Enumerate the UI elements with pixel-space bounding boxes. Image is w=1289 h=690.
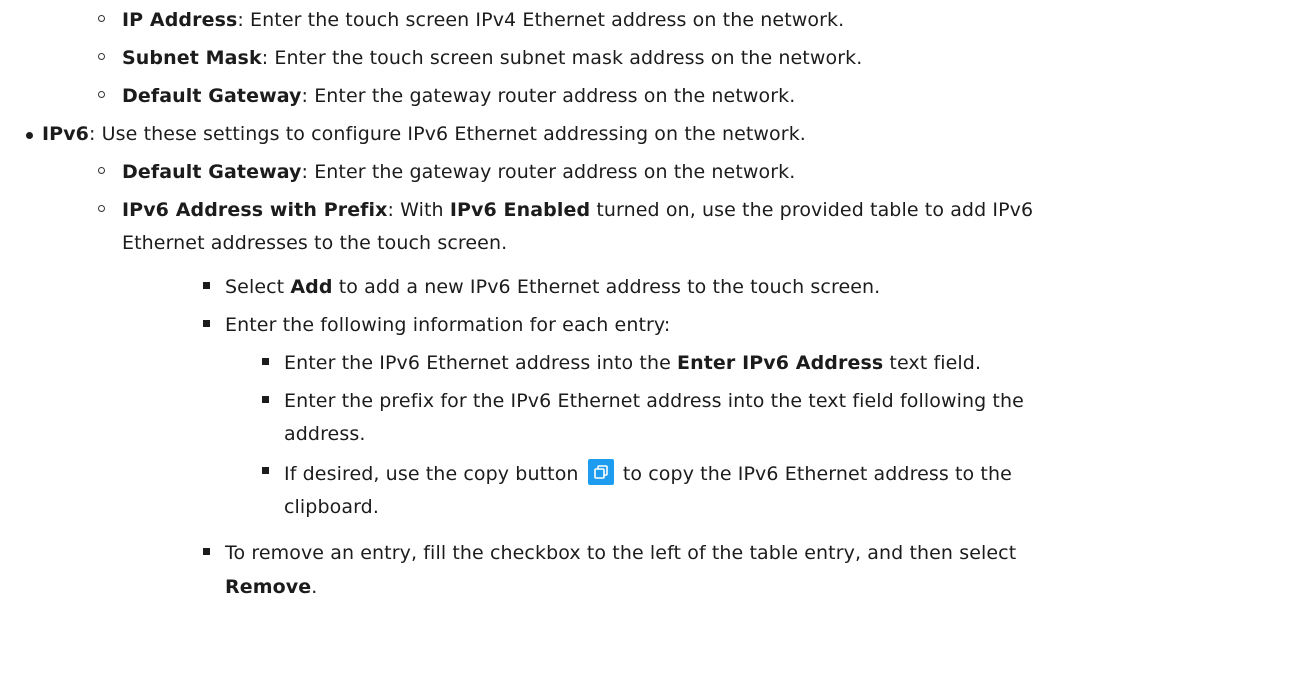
list-item-copy-line2: clipboard. [284, 496, 379, 518]
circle-bullet-icon [98, 167, 105, 174]
square-bullet-icon [203, 282, 210, 289]
term-remove: Remove [225, 576, 312, 598]
copy-icon [593, 465, 608, 479]
term-default-gateway: Default Gateway [122, 85, 302, 107]
square-bullet-icon [203, 320, 210, 327]
list-item-ip-address: IP Address: Enter the touch screen IPv4 … [122, 9, 845, 31]
term-ipv6: IPv6 [42, 123, 90, 145]
disc-bullet-icon [26, 132, 33, 139]
term-enter-ipv6-address: Enter IPv6 Address [677, 352, 884, 374]
circle-bullet-icon [98, 53, 105, 60]
term-ip-address: IP Address [122, 9, 238, 31]
term-subnet-mask: Subnet Mask [122, 47, 262, 69]
term-ipv6-enabled: IPv6 Enabled [449, 199, 591, 221]
list-item-remove-line2: Remove. [225, 576, 318, 598]
square-bullet-icon [203, 548, 210, 555]
square-bullet-icon [262, 358, 269, 365]
list-item-remove: To remove an entry, fill the checkbox to… [225, 542, 1017, 564]
list-item-ipv6-prefix: IPv6 Address with Prefix: With IPv6 Enab… [122, 199, 1034, 221]
list-item-ipv6: IPv6: Use these settings to configure IP… [42, 123, 806, 145]
list-item-select-add: Select Add to add a new IPv6 Ethernet ad… [225, 276, 881, 298]
list-item-default-gateway-v6: Default Gateway: Enter the gateway route… [122, 161, 796, 183]
circle-bullet-icon [98, 91, 105, 98]
list-item-enter-info: Enter the following information for each… [225, 314, 671, 336]
square-bullet-icon [262, 396, 269, 403]
list-item-enter-address: Enter the IPv6 Ethernet address into the… [284, 352, 982, 374]
circle-bullet-icon [98, 205, 105, 212]
list-item-default-gateway-v4: Default Gateway: Enter the gateway route… [122, 85, 796, 107]
term-ipv6-address-with-prefix: IPv6 Address with Prefix [122, 199, 388, 221]
list-item-subnet-mask: Subnet Mask: Enter the touch screen subn… [122, 47, 863, 69]
copy-button[interactable] [587, 459, 614, 485]
circle-bullet-icon [98, 15, 105, 22]
term-default-gateway: Default Gateway [122, 161, 302, 183]
list-item-enter-prefix: Enter the prefix for the IPv6 Ethernet a… [284, 390, 1024, 412]
square-bullet-icon [262, 467, 269, 474]
term-add: Add [290, 276, 333, 298]
list-item-enter-prefix-line2: address. [284, 423, 366, 445]
list-item-ipv6-prefix-line2: Ethernet addresses to the touch screen. [122, 232, 508, 254]
list-item-copy: If desired, use the copy button to copy … [284, 459, 1012, 487]
